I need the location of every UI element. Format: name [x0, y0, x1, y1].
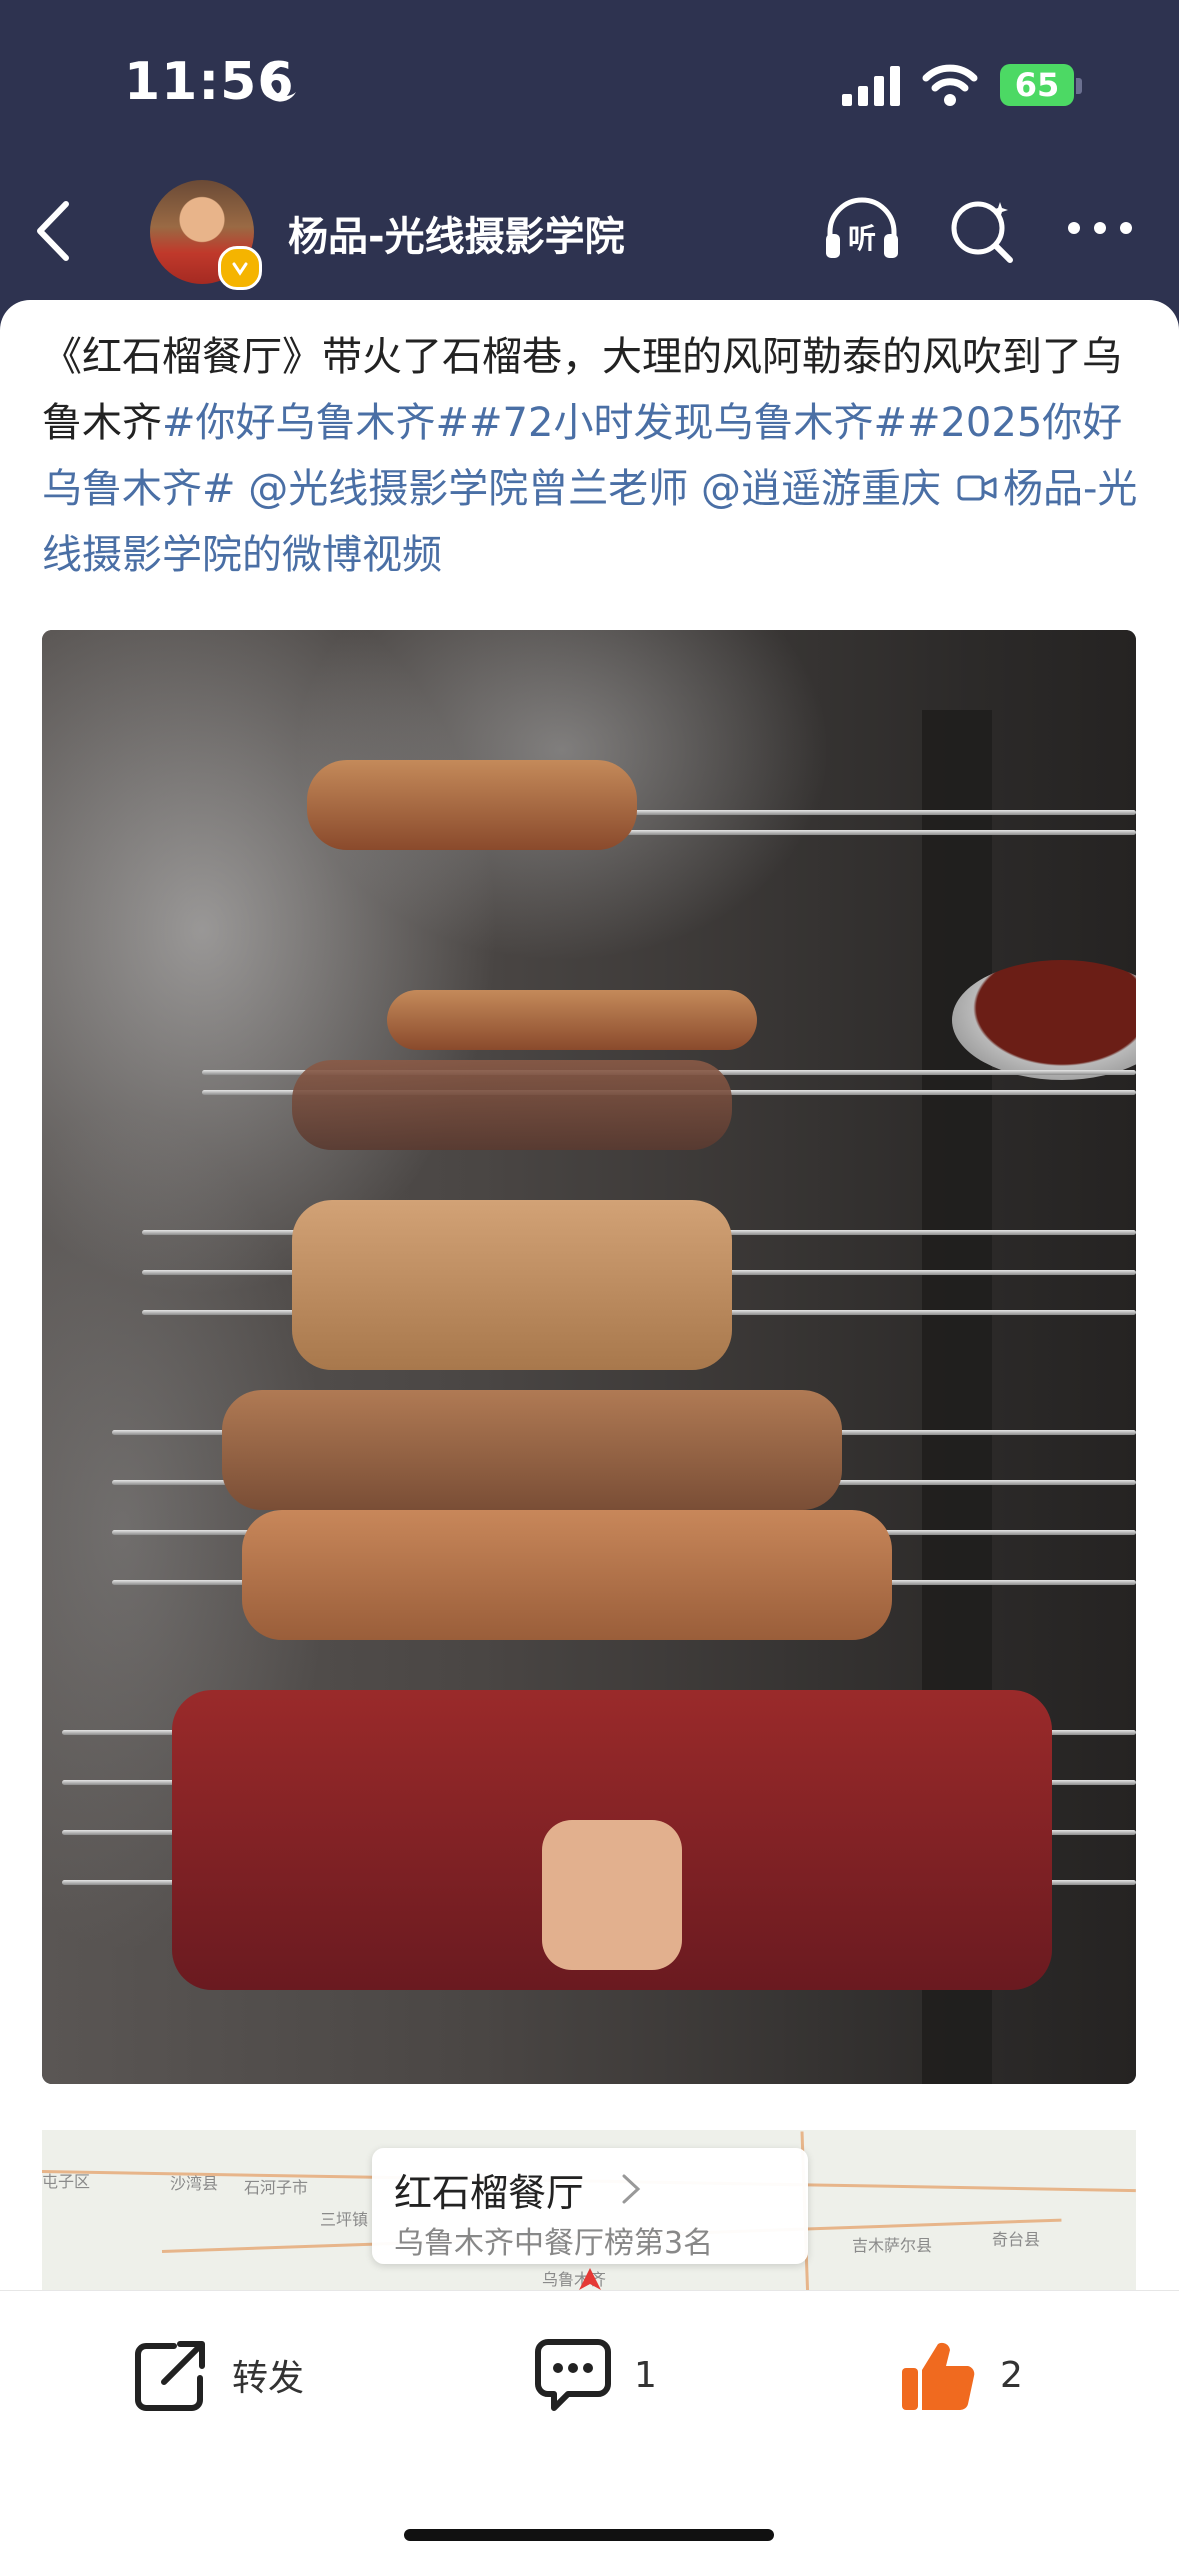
mention-link[interactable]: @光线摄影学院曾兰老师	[248, 466, 688, 512]
like-button[interactable]: 2	[898, 2335, 1023, 2415]
hashtag-link[interactable]: #72小时发现乌鲁木齐#	[469, 400, 907, 446]
wifi-icon	[922, 64, 978, 106]
map-label: 沙湾县	[170, 2174, 219, 2193]
battery-cap	[1076, 78, 1082, 94]
action-bar: 转发 1 2	[0, 2290, 1179, 2557]
map-label: 三坪镇	[320, 2210, 369, 2229]
map-label: 奇台县	[992, 2230, 1041, 2249]
moon-icon	[262, 65, 296, 102]
comment-icon	[535, 2339, 611, 2411]
repost-label: 转发	[232, 2358, 305, 2399]
nav-bar: 杨品-光线摄影学院 听	[0, 170, 1179, 300]
post-photo[interactable]	[42, 630, 1136, 2084]
meat-skewer	[292, 1060, 732, 1150]
comment-count: 1	[634, 2354, 657, 2396]
home-indicator	[404, 2529, 774, 2541]
video-icon	[957, 475, 997, 501]
more-icon[interactable]	[1066, 220, 1134, 236]
author-name[interactable]: 杨品-光线摄影学院	[288, 204, 625, 262]
listen-icon[interactable]: 听	[822, 194, 902, 264]
hashtag-link[interactable]: #你好乌鲁木齐#	[162, 400, 469, 446]
status-bar: 11:56 65	[0, 0, 1179, 170]
map-label: 屯子区	[42, 2172, 91, 2191]
map-place-rank: 乌鲁木齐中餐厅榜第3名	[394, 2226, 714, 2261]
map-label: 吉木萨尔县	[852, 2236, 933, 2255]
mention-link[interactable]: @逍遥游重庆	[701, 466, 941, 512]
map-place-name: 红石榴餐厅	[394, 2171, 585, 2215]
like-count: 2	[1000, 2354, 1023, 2396]
like-icon	[902, 2342, 975, 2411]
fat-piece	[542, 1820, 682, 1970]
post-card: 《红石榴餐厅》带火了石榴巷，大理的风阿勒泰的风吹到了乌鲁木齐#你好乌鲁木齐##7…	[0, 300, 1179, 2290]
post-text: 《红石榴餐厅》带火了石榴巷，大理的风阿勒泰的风吹到了乌鲁木齐#你好乌鲁木齐##7…	[42, 324, 1142, 588]
search-icon[interactable]	[948, 196, 1018, 266]
location-map-card[interactable]: 屯子区 沙湾县 石河子市 三坪镇 乌鲁木齐 吉木萨尔县 奇台县 红石榴餐厅 乌鲁…	[42, 2130, 1136, 2290]
map-label: 石河子市	[244, 2178, 309, 2197]
meat-skewer	[242, 1510, 892, 1640]
signal-icon	[842, 66, 900, 106]
repost-button[interactable]: 转发	[134, 2335, 304, 2415]
back-icon[interactable]	[28, 198, 80, 264]
meat-skewer	[387, 990, 757, 1050]
meat-skewer	[222, 1390, 842, 1510]
verified-badge	[218, 246, 262, 290]
meat-skewer	[292, 1200, 732, 1370]
chevron-right-icon	[622, 2174, 641, 2204]
battery-indicator: 65	[1000, 64, 1074, 106]
repost-icon	[135, 2341, 205, 2411]
map-place-popup[interactable]: 红石榴餐厅 乌鲁木齐中餐厅榜第3名	[372, 2148, 808, 2264]
map-pin-icon	[579, 2268, 601, 2290]
svg-text:听: 听	[848, 222, 876, 255]
comment-button[interactable]: 1	[534, 2335, 657, 2415]
meat-skewer	[307, 760, 637, 850]
